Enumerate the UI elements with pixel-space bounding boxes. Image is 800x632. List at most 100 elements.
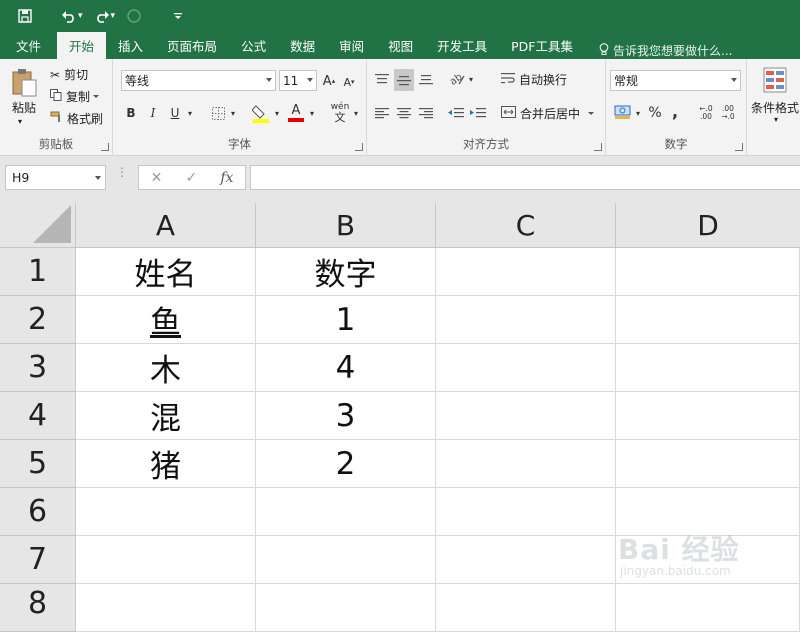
cell-d4[interactable]: [616, 392, 800, 440]
cell-a2[interactable]: 鱼: [76, 296, 256, 344]
tab-pdf-tools[interactable]: PDF工具集: [499, 32, 585, 59]
fill-color-dropdown-icon[interactable]: ▾: [272, 105, 282, 121]
insert-function-icon[interactable]: fx: [220, 170, 233, 186]
cell-c5[interactable]: [436, 440, 616, 488]
percent-button[interactable]: %: [646, 103, 664, 123]
cell-b7[interactable]: [256, 536, 436, 584]
tab-insert[interactable]: 插入: [106, 32, 155, 59]
cell-b2[interactable]: 1: [256, 296, 436, 344]
formula-input[interactable]: [250, 165, 800, 190]
shrink-font-button[interactable]: A ▾: [341, 73, 357, 91]
font-size-select[interactable]: 11: [279, 70, 317, 91]
tab-developer[interactable]: 开发工具: [425, 32, 499, 59]
cell-c2[interactable]: [436, 296, 616, 344]
cell-a7[interactable]: [76, 536, 256, 584]
accounting-dropdown-icon[interactable]: ▾: [634, 105, 642, 121]
increase-decimal-icon[interactable]: ←.0.00: [696, 103, 716, 123]
name-box-dropdown-icon[interactable]: [95, 176, 101, 180]
border-dropdown-icon[interactable]: ▾: [228, 105, 238, 121]
cell-d3[interactable]: [616, 344, 800, 392]
font-name-select[interactable]: 等线: [121, 70, 276, 91]
underline-button[interactable]: U: [167, 103, 183, 123]
cell-c7[interactable]: [436, 536, 616, 584]
cell-d5[interactable]: [616, 440, 800, 488]
select-all-button[interactable]: [0, 203, 76, 248]
tell-me-search[interactable]: 告诉我您想要做什么...: [585, 42, 732, 59]
row-header[interactable]: 2: [0, 296, 76, 344]
touch-mode-icon[interactable]: [119, 0, 149, 32]
cell-c1[interactable]: [436, 248, 616, 296]
cell-c4[interactable]: [436, 392, 616, 440]
orientation-dropdown-icon[interactable]: ▾: [467, 71, 475, 87]
alignment-launcher-icon[interactable]: [594, 143, 602, 151]
comma-button[interactable]: ,: [668, 101, 682, 121]
clipboard-launcher-icon[interactable]: [101, 143, 109, 151]
row-header[interactable]: 3: [0, 344, 76, 392]
cell-b6[interactable]: [256, 488, 436, 536]
font-launcher-icon[interactable]: [355, 143, 363, 151]
cell-d2[interactable]: [616, 296, 800, 344]
cell-d1[interactable]: [616, 248, 800, 296]
decrease-indent-icon[interactable]: [447, 103, 465, 123]
tab-home[interactable]: 开始: [57, 32, 107, 59]
cell-a8[interactable]: [76, 584, 256, 632]
row-header[interactable]: 6: [0, 488, 76, 536]
save-icon[interactable]: [10, 0, 40, 32]
align-right-icon[interactable]: [417, 103, 435, 123]
row-header[interactable]: 1: [0, 248, 76, 296]
align-left-icon[interactable]: [373, 103, 391, 123]
cell-a5[interactable]: 猪: [76, 440, 256, 488]
font-color-dropdown-icon[interactable]: ▾: [307, 105, 317, 121]
column-header-d[interactable]: D: [616, 203, 800, 248]
row-header[interactable]: 4: [0, 392, 76, 440]
align-center-icon[interactable]: [395, 103, 413, 123]
copy-button[interactable]: 复制: [50, 88, 100, 105]
merge-center-button[interactable]: 合并后居中: [501, 105, 595, 122]
italic-button[interactable]: I: [145, 103, 161, 123]
paste-button[interactable]: 粘贴: [12, 99, 36, 116]
cell-a6[interactable]: [76, 488, 256, 536]
cell-a1[interactable]: 姓名: [76, 248, 256, 296]
tab-review[interactable]: 审阅: [327, 32, 376, 59]
paste-icon[interactable]: [8, 67, 40, 99]
cell-b5[interactable]: 2: [256, 440, 436, 488]
cut-button[interactable]: ✂ 剪切: [50, 66, 88, 83]
redo-dropdown-icon[interactable]: ▾: [111, 11, 116, 21]
row-header[interactable]: 5: [0, 440, 76, 488]
number-format-select[interactable]: 常规: [610, 70, 741, 91]
cell-c3[interactable]: [436, 344, 616, 392]
phonetic-dropdown-icon[interactable]: ▾: [351, 105, 361, 121]
number-launcher-icon[interactable]: [735, 143, 743, 151]
cell-c6[interactable]: [436, 488, 616, 536]
conditional-formatting-icon[interactable]: [761, 65, 789, 95]
tab-page-layout[interactable]: 页面布局: [155, 32, 229, 59]
fill-color-icon[interactable]: [251, 101, 271, 125]
align-bottom-icon[interactable]: [417, 69, 435, 89]
conditional-formatting-dropdown-icon[interactable]: ▾: [774, 115, 778, 124]
cell-b1[interactable]: 数字: [256, 248, 436, 296]
bold-button[interactable]: B: [123, 103, 139, 123]
phonetic-icon[interactable]: wén 文: [329, 101, 351, 125]
accounting-format-icon[interactable]: [612, 101, 634, 123]
undo-dropdown-icon[interactable]: ▾: [78, 11, 83, 21]
row-header[interactable]: 7: [0, 536, 76, 584]
name-box[interactable]: H9: [5, 165, 106, 190]
grow-font-button[interactable]: A ▴: [321, 71, 337, 91]
cell-d8[interactable]: [616, 584, 800, 632]
wrap-text-button[interactable]: 自动换行: [501, 71, 567, 88]
cell-a3[interactable]: 木: [76, 344, 256, 392]
align-top-icon[interactable]: [373, 69, 391, 89]
cancel-icon[interactable]: ✕: [151, 170, 163, 186]
customize-icon[interactable]: [163, 0, 193, 32]
cell-b8[interactable]: [256, 584, 436, 632]
align-middle-icon[interactable]: [394, 69, 414, 91]
underline-dropdown-icon[interactable]: ▾: [185, 105, 195, 121]
cell-c8[interactable]: [436, 584, 616, 632]
splitter-handle[interactable]: ⋮: [116, 166, 128, 178]
tab-file[interactable]: 文件: [0, 32, 57, 59]
font-color-icon[interactable]: A: [287, 101, 305, 125]
decrease-decimal-icon[interactable]: .00 →.0: [718, 103, 738, 123]
cell-a4[interactable]: 混: [76, 392, 256, 440]
paste-dropdown-icon[interactable]: ▾: [18, 117, 22, 126]
enter-icon[interactable]: ✓: [185, 170, 197, 186]
